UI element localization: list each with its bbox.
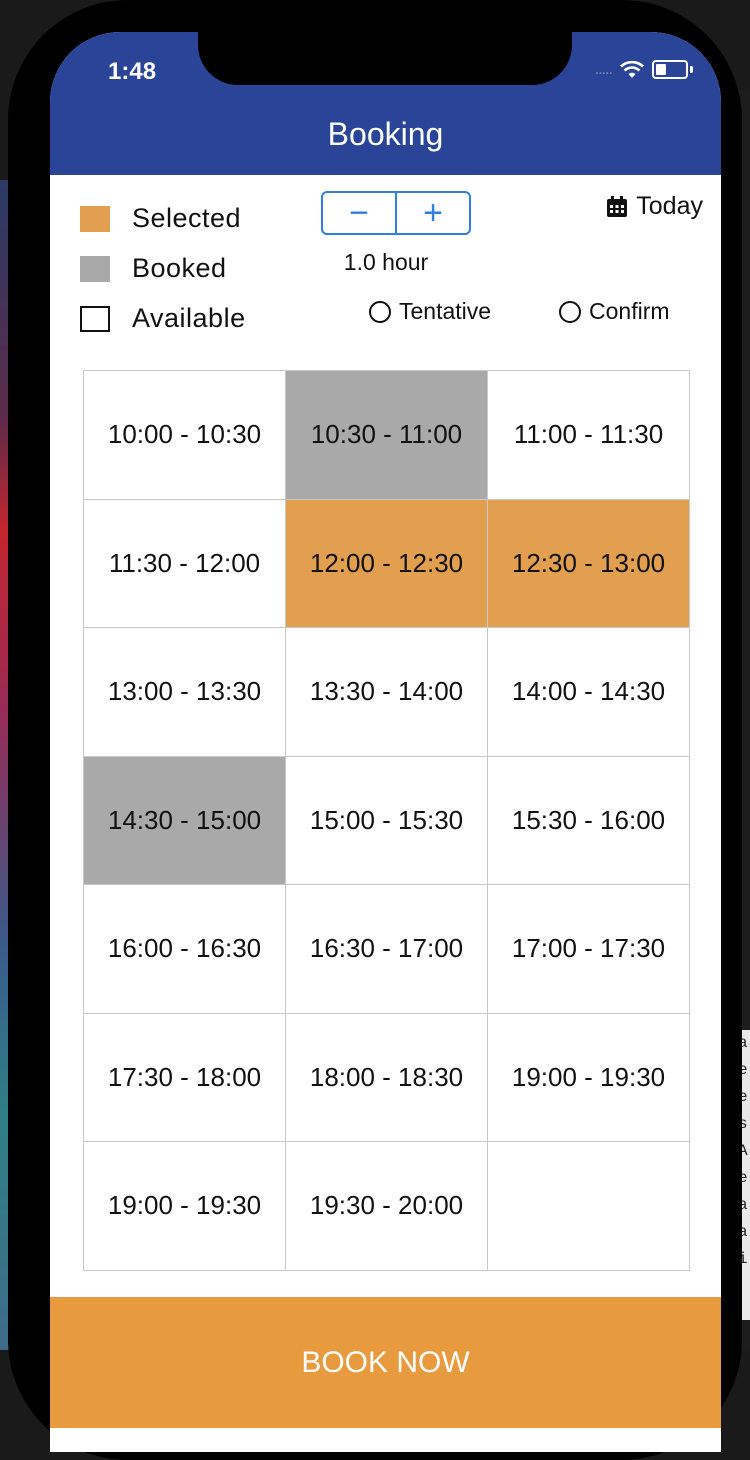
- legend-swatch-selected: [80, 205, 110, 232]
- time-slot-cell[interactable]: 18:00 - 18:30: [286, 1013, 488, 1142]
- app-screen: 1:48 ..... Booking Selected Booked Avail…: [50, 32, 721, 1452]
- today-button[interactable]: Today: [606, 192, 703, 221]
- time-slot-cell[interactable]: 12:00 - 12:30: [286, 499, 488, 628]
- time-slot-cell[interactable]: 11:00 - 11:30: [488, 371, 690, 500]
- time-slot-grid: 10:00 - 10:30 10:30 - 11:00 11:00 - 11:30 1…: [83, 370, 690, 1271]
- duration-stepper: − +: [321, 191, 471, 235]
- status-icons: .....: [595, 60, 693, 79]
- legend-booked: Booked: [80, 253, 227, 284]
- time-slot-cell[interactable]: 10:00 - 10:30: [84, 371, 286, 500]
- time-slot-cell[interactable]: 15:30 - 16:00: [488, 756, 690, 885]
- radio-circle-tentative[interactable]: [369, 300, 391, 323]
- time-slot-cell[interactable]: 19:00 - 19:30: [488, 1013, 690, 1142]
- battery-tip: [690, 66, 693, 73]
- phone-frame: 1:48 ..... Booking Selected Booked Avail…: [8, 0, 742, 1460]
- today-label: Today: [636, 192, 703, 220]
- phone-notch: [198, 32, 572, 85]
- wifi-icon: [620, 60, 644, 78]
- radio-tentative[interactable]: Tentative: [369, 298, 491, 325]
- battery-icon: [652, 60, 688, 79]
- time-slot-cell[interactable]: 16:30 - 17:00: [286, 885, 488, 1014]
- legend-label-selected: Selected: [132, 203, 242, 233]
- radio-label-tentative: Tentative: [399, 298, 492, 324]
- time-slot-empty: [488, 1142, 690, 1271]
- time-slot-cell[interactable]: 12:30 - 13:00: [488, 499, 690, 628]
- time-slot-cell[interactable]: 11:30 - 12:00: [84, 499, 286, 628]
- decrement-button[interactable]: −: [323, 193, 395, 233]
- time-slot-cell[interactable]: 13:30 - 14:00: [286, 628, 488, 757]
- time-slot-cell[interactable]: 17:30 - 18:00: [84, 1013, 286, 1142]
- app-header: 1:48 ..... Booking: [50, 32, 721, 175]
- time-slot-cell[interactable]: 14:00 - 14:30: [488, 628, 690, 757]
- time-slot-cell[interactable]: 15:00 - 15:30: [286, 756, 488, 885]
- radio-label-confirm: Confirm: [589, 298, 670, 324]
- legend-selected: Selected: [80, 203, 241, 234]
- calendar-icon: [607, 195, 628, 217]
- legend-label-available: Available: [132, 303, 246, 333]
- legend-label-booked: Booked: [132, 253, 227, 283]
- duration-label: 1.0 hour: [343, 249, 429, 275]
- legend-swatch-booked: [80, 255, 110, 282]
- legend-available: Available: [80, 303, 246, 334]
- signal-icon: .....: [594, 60, 613, 78]
- time-slot-cell[interactable]: 19:30 - 20:00: [286, 1142, 488, 1271]
- time-slot-cell: 10:30 - 11:00: [286, 371, 488, 500]
- radio-circle-confirm[interactable]: [559, 300, 581, 323]
- time-slot-cell[interactable]: 13:00 - 13:30: [84, 628, 286, 757]
- increment-button[interactable]: +: [397, 193, 469, 233]
- legend-swatch-available: [80, 305, 110, 332]
- radio-confirm[interactable]: Confirm: [559, 298, 670, 325]
- time-slot-cell[interactable]: 17:00 - 17:30: [488, 885, 690, 1014]
- book-now-button[interactable]: BOOK NOW: [50, 1297, 721, 1428]
- time-slot-cell[interactable]: 16:00 - 16:30: [84, 885, 286, 1014]
- time-slot-cell: 14:30 - 15:00: [84, 756, 286, 885]
- status-time: 1:48: [108, 58, 157, 85]
- time-slot-cell[interactable]: 19:00 - 19:30: [84, 1142, 286, 1271]
- page-title: Booking: [327, 116, 444, 152]
